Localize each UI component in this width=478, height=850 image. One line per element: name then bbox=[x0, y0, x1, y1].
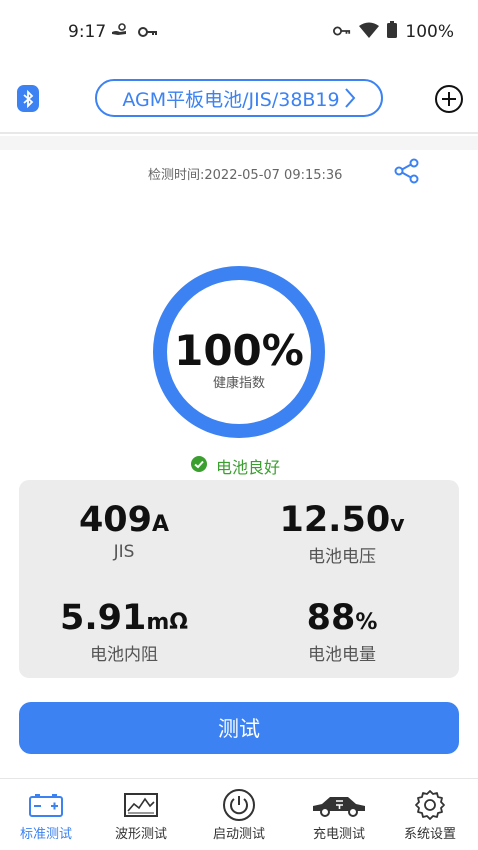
nav-label: 系统设置 bbox=[403, 827, 456, 842]
nav-waveform-test[interactable]: 波形测试 bbox=[101, 787, 181, 842]
battery-status: 电池良好 bbox=[190, 454, 280, 478]
wifi-icon bbox=[359, 22, 380, 42]
gear-icon bbox=[390, 787, 470, 823]
chevron-right-icon bbox=[344, 87, 356, 109]
bottom-nav: 标准测试 波形测试 启动测试 充电测试 系统设置 bbox=[0, 778, 478, 850]
metrics-card: 409A JIS 12.50v 电池电压 5.91mΩ 电池内阻 88% 电池电… bbox=[19, 480, 459, 678]
soc-unit: % bbox=[355, 610, 378, 635]
voltage-value: 12.50 bbox=[279, 500, 391, 540]
header: AGM平板电池/JIS/38B19 bbox=[0, 64, 478, 134]
power-icon bbox=[199, 787, 279, 823]
result-panel: 检测时间:2022-05-07 09:15:36 100% 健康指数 电池良好 … bbox=[0, 150, 478, 778]
voltage-label: 电池电压 bbox=[308, 547, 376, 567]
nav-label: 启动测试 bbox=[212, 827, 265, 842]
battery-icon bbox=[6, 787, 86, 823]
test-button[interactable]: 测试 bbox=[19, 702, 459, 754]
metric-soc: 88% 电池电量 bbox=[237, 598, 447, 665]
divider-band bbox=[0, 136, 478, 150]
share-icon[interactable] bbox=[392, 156, 422, 186]
hand-coin-icon bbox=[110, 22, 130, 42]
battery-type-label: AGM平板电池/JIS/38B19 bbox=[122, 88, 340, 111]
soc-value: 88 bbox=[306, 598, 356, 638]
resistance-value: 5.91 bbox=[60, 598, 147, 638]
cca-value: 409 bbox=[78, 500, 153, 540]
nav-charge-test[interactable]: 充电测试 bbox=[299, 787, 379, 842]
nav-system-settings[interactable]: 系统设置 bbox=[390, 787, 470, 842]
health-label: 健康指数 bbox=[212, 376, 265, 391]
status-bar: 9:17 100% bbox=[0, 0, 478, 64]
metric-cca: 409A JIS bbox=[19, 500, 229, 562]
nav-label: 标准测试 bbox=[19, 827, 72, 842]
check-circle-icon bbox=[190, 455, 208, 477]
key-icon bbox=[333, 22, 351, 41]
battery-type-selector[interactable]: AGM平板电池/JIS/38B19 bbox=[95, 79, 383, 117]
nav-start-test[interactable]: 启动测试 bbox=[199, 787, 279, 842]
status-time: 9:17 bbox=[68, 22, 107, 42]
battery-status-icon bbox=[387, 21, 398, 42]
nav-standard-test[interactable]: 标准测试 bbox=[6, 787, 86, 842]
cca-label: JIS bbox=[113, 542, 135, 562]
soc-label: 电池电量 bbox=[308, 645, 376, 665]
metric-resistance: 5.91mΩ 电池内阻 bbox=[19, 598, 229, 665]
bluetooth-icon[interactable] bbox=[17, 85, 39, 112]
health-value: 100% bbox=[174, 326, 304, 375]
key-icon bbox=[138, 23, 158, 42]
metric-voltage: 12.50v 电池电压 bbox=[237, 500, 447, 567]
nav-label: 充电测试 bbox=[312, 827, 365, 842]
battery-status-text: 电池良好 bbox=[216, 458, 281, 477]
voltage-unit: v bbox=[390, 512, 405, 537]
resistance-label: 电池内阻 bbox=[90, 645, 158, 665]
car-charge-icon bbox=[299, 787, 379, 823]
resistance-unit: mΩ bbox=[146, 610, 188, 635]
battery-percent: 100% bbox=[405, 21, 454, 42]
add-icon[interactable] bbox=[434, 84, 464, 114]
nav-label: 波形测试 bbox=[114, 827, 167, 842]
test-time: 检测时间:2022-05-07 09:15:36 bbox=[148, 168, 343, 183]
waveform-icon bbox=[101, 787, 181, 823]
cca-unit: A bbox=[152, 512, 170, 537]
